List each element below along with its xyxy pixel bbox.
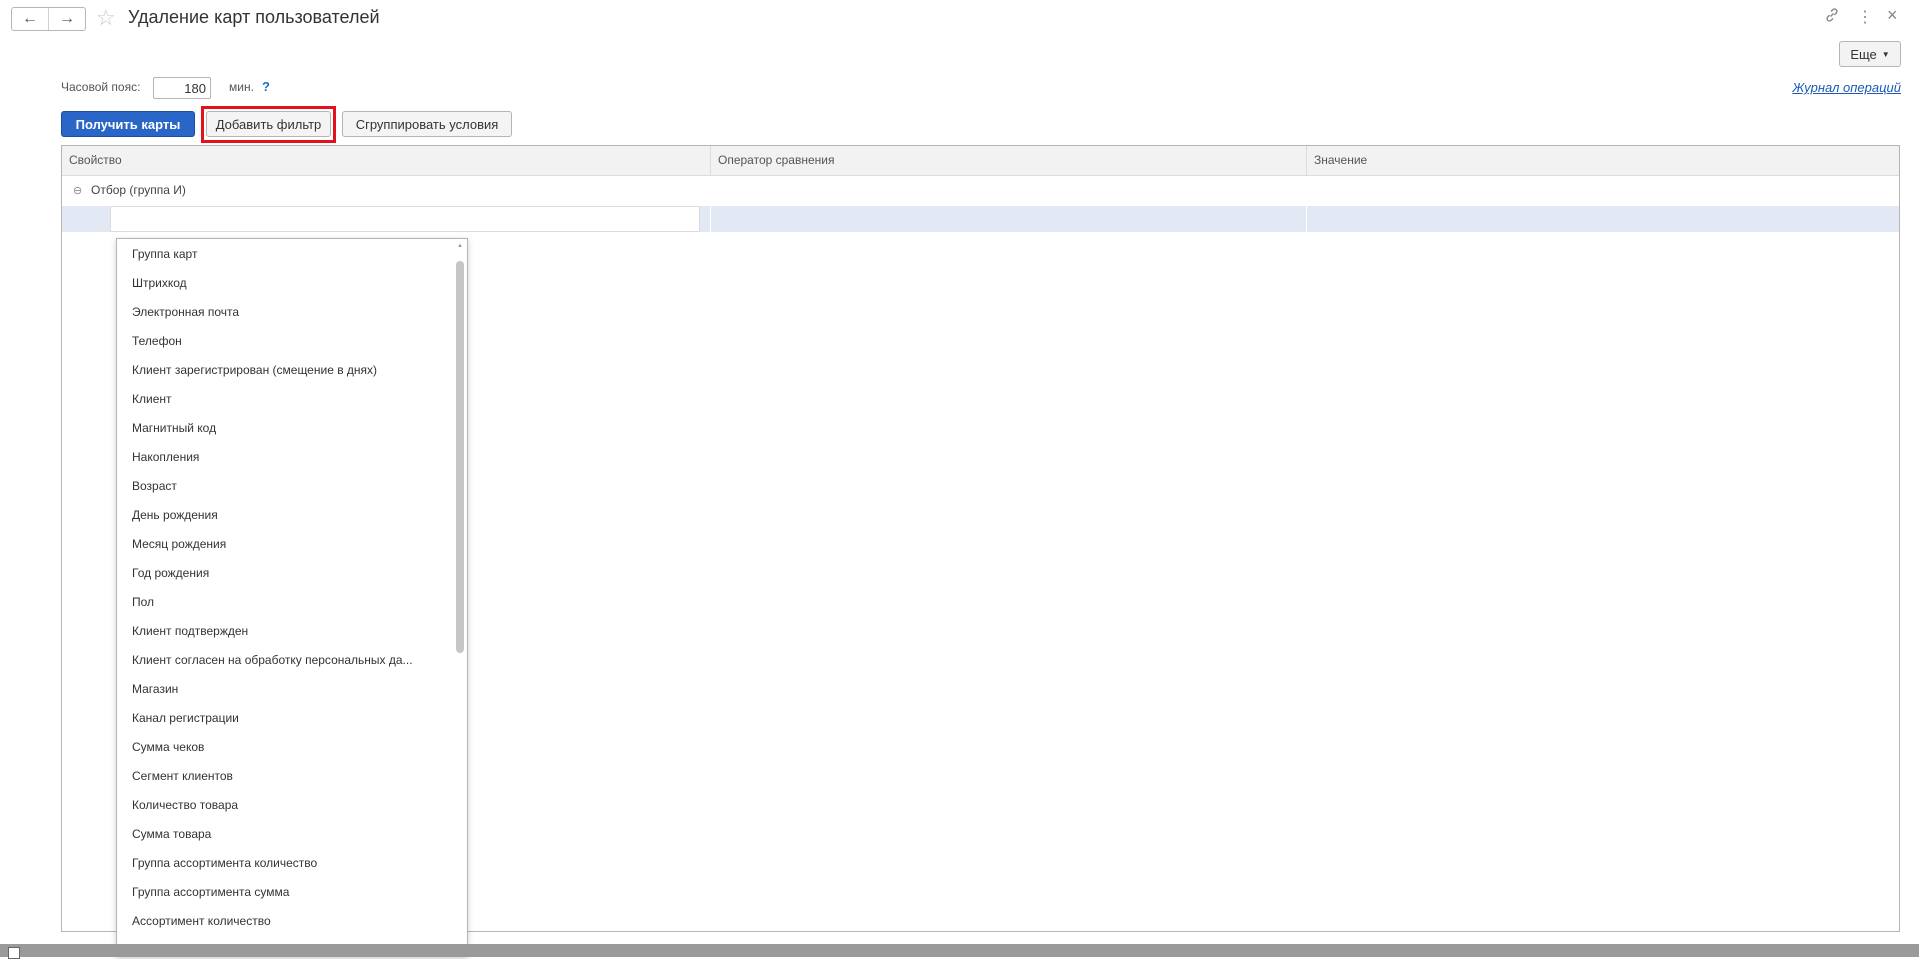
close-icon[interactable]: × <box>1887 5 1898 26</box>
more-button[interactable]: Еще ▼ <box>1839 41 1901 67</box>
bottom-checkbox[interactable] <box>8 947 20 959</box>
column-divider <box>1306 206 1307 232</box>
list-item[interactable]: Группа ассортимента сумма <box>117 878 437 907</box>
favorite-star-icon[interactable]: ☆ <box>96 5 116 31</box>
column-header-value[interactable]: Значение <box>1306 146 1899 175</box>
journal-link[interactable]: Журнал операций <box>1792 80 1901 95</box>
list-item[interactable]: Телефон <box>117 327 437 356</box>
timezone-input[interactable] <box>153 77 211 99</box>
get-cards-button[interactable]: Получить карты <box>61 111 195 137</box>
bottom-bar <box>0 944 1919 957</box>
table-row[interactable] <box>62 206 1899 232</box>
timezone-unit: мин. <box>229 80 254 94</box>
list-item[interactable]: Клиент <box>117 385 437 414</box>
list-item[interactable]: Клиент согласен на обработку персональны… <box>117 646 437 675</box>
property-dropdown: Группа карт Штрихкод Электронная почта Т… <box>116 238 468 957</box>
navigation-buttons: ← → <box>11 7 86 31</box>
list-item[interactable]: Количество товара <box>117 791 437 820</box>
list-item[interactable]: День рождения <box>117 501 437 530</box>
back-arrow-icon[interactable]: ← <box>12 8 48 30</box>
list-item[interactable]: Пол <box>117 588 437 617</box>
list-item[interactable]: Штрихкод <box>117 269 437 298</box>
link-icon-svg <box>1826 8 1838 22</box>
list-item[interactable]: Группа ассортимента количество <box>117 849 437 878</box>
timezone-label: Часовой пояс: <box>61 80 141 94</box>
chevron-down-icon: ▼ <box>1881 49 1890 59</box>
grid-header: Свойство Оператор сравнения Значение <box>62 146 1899 176</box>
group-row[interactable]: ⊖ Отбор (группа И) <box>62 176 1899 203</box>
more-label: Еще <box>1850 46 1877 62</box>
column-header-operator[interactable]: Оператор сравнения <box>710 146 1306 175</box>
menu-icon[interactable]: ⋮ <box>1857 7 1873 27</box>
list-item[interactable]: Сегмент клиентов <box>117 762 437 791</box>
column-header-property[interactable]: Свойство <box>62 146 710 175</box>
highlight-box <box>201 106 336 143</box>
list-item[interactable]: Ассортимент количество <box>117 907 437 936</box>
list-item[interactable]: Сумма чеков <box>117 733 437 762</box>
scroll-up-icon[interactable]: ▲ <box>457 243 463 249</box>
list-item[interactable]: Канал регистрации <box>117 704 437 733</box>
property-input[interactable] <box>110 206 700 232</box>
list-item[interactable]: Магазин <box>117 675 437 704</box>
collapse-icon[interactable]: ⊖ <box>73 184 82 197</box>
list-item[interactable]: Клиент подтвержден <box>117 617 437 646</box>
list-item[interactable]: Месяц рождения <box>117 530 437 559</box>
link-icon[interactable] <box>1824 7 1840 28</box>
list-item[interactable]: Клиент зарегистрирован (смещение в днях) <box>117 356 437 385</box>
list-item[interactable]: Группа карт <box>117 240 437 269</box>
scrollbar-thumb[interactable] <box>456 261 464 653</box>
list-item[interactable]: Электронная почта <box>117 298 437 327</box>
page-title: Удаление карт пользователей <box>128 7 380 27</box>
column-divider <box>710 206 711 232</box>
group-conditions-button[interactable]: Сгруппировать условия <box>342 111 512 137</box>
dropdown-list: Группа карт Штрихкод Электронная почта Т… <box>117 239 467 956</box>
list-item[interactable]: Накопления <box>117 443 437 472</box>
list-item[interactable]: Магнитный код <box>117 414 437 443</box>
help-icon[interactable]: ? <box>262 79 270 94</box>
forward-arrow-icon[interactable]: → <box>48 8 85 30</box>
list-item[interactable]: Сумма товара <box>117 820 437 849</box>
group-label: Отбор (группа И) <box>91 183 186 197</box>
list-item[interactable]: Возраст <box>117 472 437 501</box>
list-item[interactable]: Год рождения <box>117 559 437 588</box>
